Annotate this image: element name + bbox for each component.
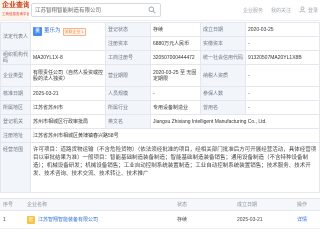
reg-no-label: 工商注册号	[106, 51, 151, 65]
logo-title: 企业查询	[2, 2, 29, 9]
related-company-list: 序号 企业名称 状态 成立日期 操作 1 智 江苏智翔智能装备有限公司 存续 2…	[0, 198, 320, 229]
reg-no-value: 320507000444472	[151, 51, 201, 65]
detail-link[interactable]: 详情	[294, 211, 320, 228]
logo-subtitle: 工商信息查询平台	[2, 12, 29, 16]
company-logo-icon: 智	[27, 215, 35, 224]
legal-rep-name[interactable]: 董乐为	[44, 27, 61, 36]
table-row[interactable]: 1 智 江苏智翔智能装备有限公司 存续 2025-03-21 详情	[0, 211, 320, 229]
top-bar: 企业查询 工商信息查询平台 企业服务 我的关注	[0, 0, 320, 21]
business-scope-label: 经营范围	[1, 143, 31, 193]
paid-in-capital-value: -	[246, 37, 320, 51]
authority-value: 苏州市相城区行政审批局	[31, 115, 106, 129]
legal-rep-label: 法定代表人	[1, 23, 31, 51]
english-name-value: Jiangsu Zhixiang Intelligent Manufacturi…	[151, 115, 320, 129]
search-input[interactable]	[35, 5, 147, 15]
nav-item-follow[interactable]: 我的关注	[271, 7, 291, 14]
former-name-value: -	[246, 101, 320, 115]
org-code-label: 组织机构代码	[1, 51, 31, 65]
address-label: 注册地址	[1, 129, 31, 143]
taxpayer-qualification-label: 纳税人资质	[201, 65, 246, 87]
business-term-value: 2020-03-25 至 无固定期限	[151, 65, 201, 87]
staff-size-value: -	[151, 87, 201, 101]
top-nav: 企业服务 我的关注 登录	[168, 0, 318, 20]
org-code-value: MA20YL1X-8	[31, 51, 106, 65]
user-icon	[299, 5, 306, 15]
approval-date-label: 核准日期	[1, 87, 31, 101]
login-link[interactable]: 登录	[299, 5, 318, 15]
row-date: 2025-03-21	[237, 216, 263, 223]
col-date: 成立日期	[237, 202, 258, 208]
company-type-label: 企业类型	[1, 65, 31, 87]
insured-count-value: -	[246, 87, 320, 101]
col-status: 状态	[177, 202, 188, 208]
established-label: 成立日期	[201, 23, 246, 37]
address-value: 江苏省苏州市相城区黄埭镇春兴路58号	[31, 129, 320, 143]
approval-date-value: 2025-03-21	[31, 87, 106, 101]
region-value: 江苏省苏州市	[31, 101, 106, 115]
site-logo[interactable]: 企业查询 工商信息查询平台	[0, 0, 29, 20]
company-name-link[interactable]: 江苏智翔智能装备有限公司	[38, 216, 98, 223]
credit-code-value: 91320507MA20YL1X8B	[246, 51, 320, 65]
row-index: 1	[3, 216, 6, 223]
legal-rep-avatar: 董	[33, 27, 42, 36]
row-status: 存续	[177, 217, 188, 223]
search-icon[interactable]	[147, 6, 156, 15]
legal-rep-cell: 董 董乐为 关联企业 1	[31, 23, 106, 51]
login-label: 登录	[307, 7, 318, 14]
status-value: 存续	[151, 23, 201, 37]
taxpayer-qualification-value: -	[246, 65, 320, 87]
insured-count-label: 参保人数	[201, 87, 246, 101]
related-companies-tag[interactable]: 关联企业 1	[62, 28, 86, 36]
region-label: 所属地区	[1, 101, 31, 115]
industry-value: 专用设备制造业	[151, 101, 201, 115]
business-term-label: 营业期限	[106, 65, 151, 87]
row-company: 智 江苏智翔智能装备有限公司	[24, 211, 174, 228]
registered-capital-label: 注册资本	[106, 37, 151, 51]
search-box	[31, 3, 161, 17]
established-value: 2020-03-25	[246, 23, 320, 37]
credit-code-label: 统一社会信用代码	[201, 51, 246, 65]
english-name-label: 英文名	[106, 115, 151, 129]
business-scope-value: 许可项目：道路货物运输（不含危险货物）（依法须经批准的项目，经相关部门批准后方可…	[31, 143, 320, 193]
staff-size-label: 人员规模	[106, 87, 151, 101]
authority-label: 登记机关	[1, 115, 31, 129]
paid-in-capital-label: 实缴资本	[201, 37, 246, 51]
registered-capital-value: 6880万元人民币	[151, 37, 201, 51]
nav-item-services[interactable]: 企业服务	[243, 7, 263, 14]
col-index: 序号	[3, 202, 14, 208]
col-action: 操作	[297, 202, 308, 208]
company-type-value: 有限责任公司（自然人投资或控股的法人独资）	[31, 65, 106, 87]
company-detail-page: 企业查询 工商信息查询平台 企业服务 我的关注	[0, 0, 320, 240]
former-name-label: 曾用名	[201, 101, 246, 115]
status-label: 登记状态	[106, 23, 151, 37]
list-header: 序号 企业名称 状态 成立日期 操作	[0, 199, 320, 211]
business-info-table: 法定代表人 董 董乐为 关联企业 1 登记状态 存续 成立日期 2020-03-…	[0, 22, 320, 193]
col-name: 企业名称	[27, 202, 48, 208]
industry-label: 所属行业	[106, 101, 151, 115]
